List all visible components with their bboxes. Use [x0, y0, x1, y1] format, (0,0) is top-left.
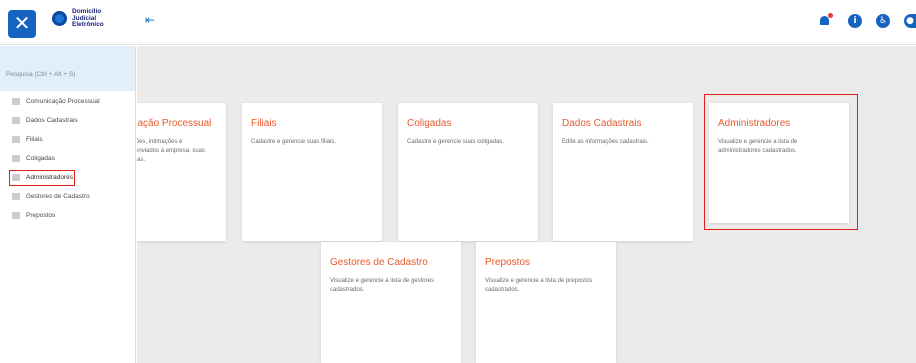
card-description: Consulte citações, intimações e comunica…	[137, 139, 206, 163]
sidebar-item-label: Coligadas	[26, 155, 55, 162]
card-prepostos[interactable]: Prepostos Visualize e gerencie a lista d…	[476, 242, 616, 363]
sidebar-item-comunicacao-processual[interactable]: Comunicação Processual	[0, 92, 135, 111]
sidebar-item-administradores[interactable]: Administradores	[0, 168, 135, 187]
card-title: Prepostos	[485, 257, 531, 268]
card-title: Comunicação Processual	[137, 118, 212, 129]
sidebar-item-label: Prepostos	[26, 212, 56, 219]
card-title: Coligadas	[407, 118, 452, 129]
sidebar-item-coligadas[interactable]: Coligadas	[0, 149, 135, 168]
document-icon	[12, 117, 20, 124]
building-icon	[12, 155, 20, 162]
sidebar-item-label: Gestores de Cadastro	[26, 193, 90, 200]
building-icon	[12, 136, 20, 143]
logo-text: Domicílio Judicial Eletrônico	[72, 8, 104, 28]
card-dados-cadastrais[interactable]: Dados Cadastrais Edite as informações ca…	[553, 103, 693, 241]
user-icon[interactable]: ●	[904, 14, 916, 28]
sidebar-item-prepostos[interactable]: Prepostos	[0, 206, 135, 225]
highlight-box	[704, 94, 858, 230]
sidebar-nav: Comunicação Processual Dados Cadastrais …	[0, 91, 135, 225]
collapse-sidebar-icon[interactable]: ⇤	[145, 13, 155, 27]
sidebar-item-gestores-de-cadastro[interactable]: Gestores de Cadastro	[0, 187, 135, 206]
card-title: Filiais	[251, 118, 277, 129]
card-title: Gestores de Cadastro	[330, 257, 428, 268]
sidebar-item-dados-cadastrais[interactable]: Dados Cadastrais	[0, 111, 135, 130]
logo-mark-icon	[52, 11, 67, 27]
top-bar: ✕ Domicílio Judicial Eletrônico ⇤ i ♿ ●	[0, 0, 916, 45]
top-icons: i ♿ ●	[818, 13, 916, 29]
card-filiais[interactable]: Filiais Cadastre e gerencie suas filiais…	[242, 103, 382, 241]
card-description: Edite as informações cadastrais.	[562, 139, 649, 145]
accessibility-icon[interactable]: ♿	[876, 14, 890, 28]
card-title: Dados Cadastrais	[562, 118, 642, 129]
card-comunicacao-processual[interactable]: Comunicação Processual Consulte citações…	[137, 103, 226, 241]
notification-bell-icon[interactable]	[818, 13, 834, 29]
people-icon	[12, 193, 20, 200]
sidebar-item-label: Comunicação Processual	[26, 98, 100, 105]
card-description: Visualize e gerencie a lista de preposto…	[485, 278, 593, 293]
sidebar: Comunicação Processual Dados Cadastrais …	[0, 46, 136, 363]
close-menu-button[interactable]: ✕	[8, 10, 36, 38]
logo[interactable]: Domicílio Judicial Eletrônico	[52, 8, 104, 29]
people-icon	[12, 212, 20, 219]
notification-dot	[828, 13, 833, 18]
search-input[interactable]	[6, 71, 126, 78]
sidebar-item-label: Filiais	[26, 136, 43, 143]
card-description: Visualize e gerencie a lista de gestores…	[330, 278, 434, 293]
card-description: Cadastre e gerencie suas filiais.	[251, 139, 337, 145]
card-gestores-de-cadastro[interactable]: Gestores de Cadastro Visualize e gerenci…	[321, 242, 461, 363]
card-description: Cadastre e gerencie suas coligadas.	[407, 139, 505, 145]
main-content: Comunicação Processual Consulte citações…	[137, 46, 916, 363]
sidebar-item-filiais[interactable]: Filiais	[0, 130, 135, 149]
info-icon[interactable]: i	[848, 14, 862, 28]
card-coligadas[interactable]: Coligadas Cadastre e gerencie suas colig…	[398, 103, 538, 241]
search-box	[0, 46, 135, 91]
sidebar-item-label: Dados Cadastrais	[26, 117, 78, 124]
mail-icon	[12, 98, 20, 105]
highlight-box	[9, 170, 75, 186]
